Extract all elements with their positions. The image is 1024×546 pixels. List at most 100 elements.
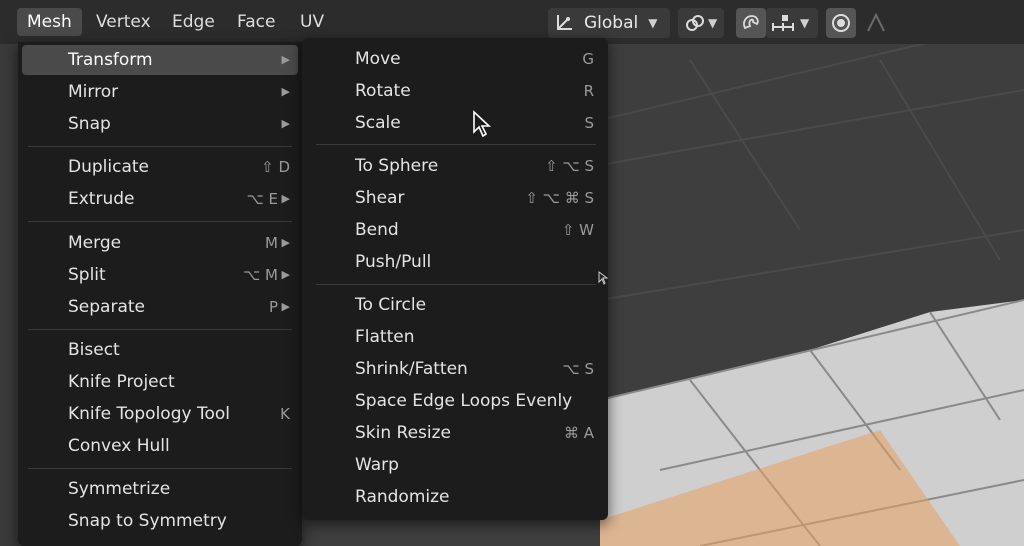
menu-item-transform[interactable]: Transform ▶ (22, 45, 298, 75)
menu-item-label: To Circle (355, 295, 427, 315)
chevron-down-icon: ▼ (708, 16, 718, 30)
menu-item-label: Bisect (68, 340, 120, 360)
snap-increment-icon (770, 12, 796, 34)
menu-item-push-pull[interactable]: Push/Pull (308, 247, 602, 277)
menu-item-duplicate[interactable]: Duplicate ⇧ D (22, 152, 298, 182)
menu-item-bisect[interactable]: Bisect (22, 335, 298, 365)
menu-item-label: Bend (355, 220, 399, 240)
submenu-arrow-icon: ▶ (281, 192, 290, 205)
transform-orientation-icon (554, 13, 574, 33)
menu-item-label: Merge (68, 233, 122, 253)
menu-vertex[interactable]: Vertex (86, 8, 161, 36)
submenu-arrow-icon: ▶ (281, 117, 290, 130)
menu-item-label: Rotate (355, 81, 411, 101)
menu-item-label: To Sphere (355, 156, 439, 176)
menu-item-symmetrize[interactable]: Symmetrize (22, 474, 298, 504)
menu-uv[interactable]: UV (290, 8, 334, 36)
proportional-edit-icon (830, 12, 852, 34)
menu-item-shortcut: S (584, 114, 594, 132)
menu-item-shortcut: M (265, 234, 278, 252)
menu-item-knife-topology-tool[interactable]: Knife Topology Tool K (22, 399, 298, 429)
menu-item-bend[interactable]: Bend ⇧ W (308, 215, 602, 245)
menu-item-skin-resize[interactable]: Skin Resize ⌘ A (308, 418, 602, 448)
menu-item-label: Skin Resize (355, 423, 452, 443)
menu-mesh[interactable]: Mesh (17, 8, 82, 36)
menu-item-label: Knife Project (68, 372, 175, 392)
menu-face[interactable]: Face (227, 8, 285, 36)
pivot-point-dropdown[interactable]: ▼ (678, 8, 724, 38)
menu-item-to-sphere[interactable]: To Sphere ⇧ ⌥ S (308, 151, 602, 181)
menu-item-separate[interactable]: Separate P ▶ (22, 292, 298, 322)
menu-item-convex-hull[interactable]: Convex Hull (22, 431, 298, 461)
menu-item-snap-to-symmetry[interactable]: Snap to Symmetry (22, 506, 298, 536)
falloff-curve-icon (866, 12, 886, 34)
pivot-link-icon (684, 12, 706, 34)
snap-target-dropdown[interactable]: ▼ (766, 8, 818, 38)
menu-item-label: Move (355, 49, 401, 69)
menu-item-label: Split (68, 265, 106, 285)
snap-toggle[interactable] (736, 8, 766, 38)
chevron-down-icon: ▼ (648, 16, 658, 30)
menu-item-label: Extrude (68, 189, 135, 209)
submenu-arrow-icon: ▶ (281, 300, 290, 313)
menu-item-shortcut: K (280, 405, 290, 423)
menu-item-rotate[interactable]: Rotate R (308, 76, 602, 106)
menu-item-move[interactable]: Move G (308, 44, 602, 74)
menu-item-extrude[interactable]: Extrude ⌥ E ▶ (22, 184, 298, 214)
menu-item-label: Shear (355, 188, 405, 208)
menu-item-to-circle[interactable]: To Circle (308, 290, 602, 320)
menu-item-shortcut: ⇧ ⌥ ⌘ S (525, 189, 594, 207)
menu-item-label: Mirror (68, 82, 119, 102)
menu-separator (316, 144, 596, 145)
menu-item-shortcut: ⇧ D (261, 158, 290, 176)
transform-submenu: Move G Rotate R Scale S To Sphere ⇧ ⌥ S … (302, 38, 608, 520)
menu-item-label: Flatten (355, 327, 415, 347)
orientation-label: Global (584, 13, 639, 33)
submenu-arrow-icon: ▶ (281, 268, 290, 281)
proportional-edit-toggle[interactable] (826, 8, 856, 38)
menu-item-label: Snap (68, 114, 111, 134)
menu-separator (28, 329, 292, 330)
menu-item-split[interactable]: Split ⌥ M ▶ (22, 260, 298, 290)
menu-item-label: Space Edge Loops Evenly (355, 391, 573, 411)
mesh-menu: Transform ▶ Mirror ▶ Snap ▶ Duplicate ⇧ … (18, 42, 302, 546)
menu-item-shortcut: G (582, 50, 594, 68)
snap-magnet-icon (740, 12, 762, 34)
menu-item-label: Randomize (355, 487, 450, 507)
menu-item-label: Shrink/Fatten (355, 359, 468, 379)
chevron-down-icon: ▼ (800, 16, 810, 30)
menu-item-shortcut: R (583, 82, 594, 100)
menu-item-snap[interactable]: Snap ▶ (22, 109, 298, 139)
menu-item-shortcut: ⌥ S (562, 360, 594, 378)
menu-item-label: Transform (68, 50, 153, 70)
submenu-arrow-icon: ▶ (281, 85, 290, 98)
menu-item-shortcut: ⇧ ⌥ S (545, 157, 594, 175)
menu-item-label: Warp (355, 455, 399, 475)
menu-item-knife-project[interactable]: Knife Project (22, 367, 298, 397)
falloff-dropdown[interactable] (862, 8, 890, 38)
menu-item-randomize[interactable]: Randomize (308, 482, 602, 512)
transform-orientation-dropdown[interactable]: Global ▼ (548, 8, 670, 38)
menu-edge[interactable]: Edge (162, 8, 225, 36)
menu-item-label: Convex Hull (68, 436, 170, 456)
menu-item-label: Symmetrize (68, 479, 171, 499)
menu-item-shear[interactable]: Shear ⇧ ⌥ ⌘ S (308, 183, 602, 213)
mouse-cursor-icon (472, 110, 492, 138)
menu-item-shortcut: P (268, 298, 278, 316)
menu-item-space-edge-loops-evenly[interactable]: Space Edge Loops Evenly (308, 386, 602, 416)
menu-item-merge[interactable]: Merge M ▶ (22, 228, 298, 258)
menu-item-scale[interactable]: Scale S (308, 108, 602, 138)
menu-separator (316, 284, 596, 285)
menu-item-label: Snap to Symmetry (68, 511, 227, 531)
menu-separator (28, 221, 292, 222)
small-cursor-icon (598, 270, 609, 285)
menu-separator (28, 468, 292, 469)
menu-item-label: Push/Pull (355, 252, 432, 272)
menu-item-warp[interactable]: Warp (308, 450, 602, 480)
menu-item-shortcut: ⌥ E (246, 190, 278, 208)
menu-item-shortcut: ⌥ M (243, 266, 278, 284)
menu-item-flatten[interactable]: Flatten (308, 322, 602, 352)
menu-item-mirror[interactable]: Mirror ▶ (22, 77, 298, 107)
menu-item-shrink-fatten[interactable]: Shrink/Fatten ⌥ S (308, 354, 602, 384)
menu-item-shortcut: ⇧ W (561, 221, 594, 239)
